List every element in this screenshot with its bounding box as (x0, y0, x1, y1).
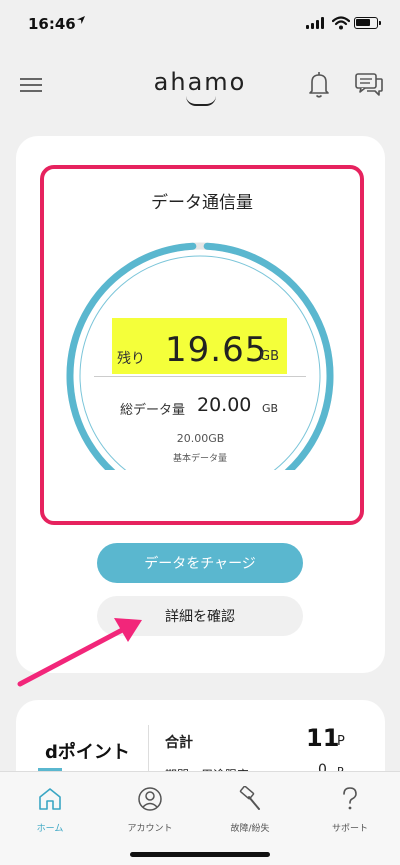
nav-label-home: ホーム (36, 824, 64, 834)
bell-icon[interactable] (306, 70, 332, 104)
points-total-value: 11 (306, 724, 340, 752)
nav-label-account: アカウント (127, 824, 173, 834)
bottom-nav: ホーム アカウント 故障/紛失 サポート (0, 771, 400, 865)
total-data-label: 総データ量 (120, 403, 186, 418)
status-bar: 16:46 (0, 0, 400, 48)
cellular-signal-icon (306, 17, 326, 29)
charge-data-button[interactable]: データをチャージ (97, 543, 303, 583)
nav-item-account[interactable]: アカウント (100, 782, 200, 842)
points-total-unit: P (337, 734, 345, 749)
base-data-label: 基本データ量 (172, 454, 227, 464)
home-indicator (130, 852, 270, 857)
points-total-label: 合計 (165, 735, 193, 751)
hammer-icon (238, 785, 262, 812)
chat-icon[interactable] (354, 70, 384, 102)
battery-icon (354, 17, 381, 29)
account-icon (138, 786, 162, 812)
annotation-arrow (17, 618, 142, 687)
question-icon (338, 786, 362, 812)
nav-label-trouble: 故障/紛失 (230, 824, 270, 834)
nav-item-home[interactable]: ホーム (0, 782, 100, 842)
dpoint-title: dポイント (45, 742, 130, 763)
nav-label-support: サポート (331, 824, 368, 834)
nav-item-support[interactable]: サポート (300, 782, 400, 842)
total-data-value: 20.00 (197, 394, 252, 416)
top-bar: ahamo (0, 60, 400, 110)
home-icon (38, 786, 62, 812)
nav-item-trouble[interactable]: 故障/紛失 (200, 782, 300, 842)
divider (94, 376, 306, 377)
wifi-icon (331, 15, 351, 34)
remaining-value: 19.65 (165, 330, 268, 370)
total-data-unit: GB (262, 402, 279, 415)
logo-smile-mark (186, 96, 216, 106)
app-logo: ahamo (153, 68, 247, 96)
location-arrow-icon (76, 14, 86, 28)
data-usage-title: データ通信量 (151, 193, 253, 213)
base-data-value: 20.00GB (176, 432, 225, 445)
remaining-unit: GB (260, 349, 279, 364)
status-time: 16:46 (28, 15, 76, 33)
remaining-label: 残り (117, 351, 145, 367)
